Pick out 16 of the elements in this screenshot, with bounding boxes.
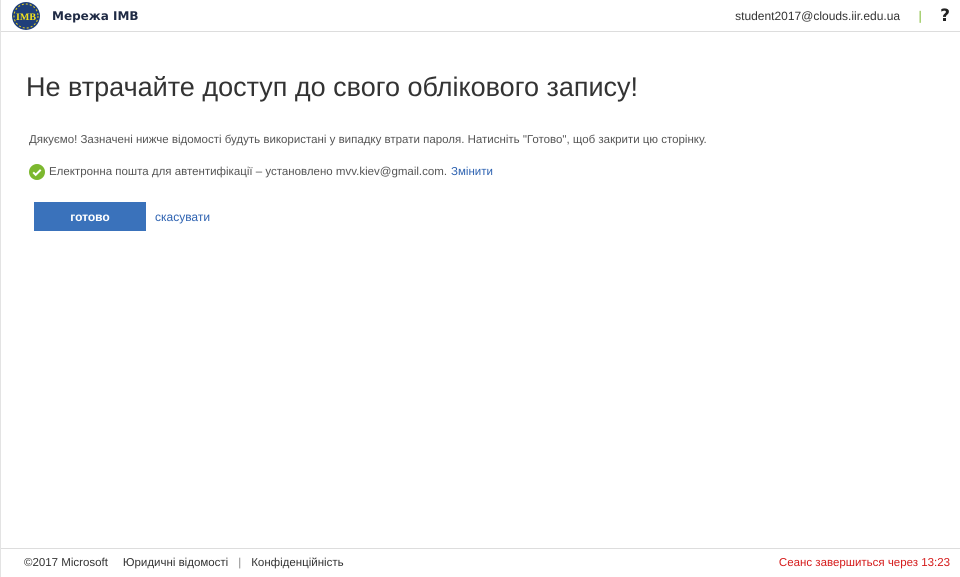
page-heading: Не втрачайте доступ до свого облікового запису! (26, 72, 640, 103)
logo-icon: IMB (11, 0, 41, 30)
session-timer: Сеанс завершиться через 13:23 (778, 557, 950, 569)
separator: | (238, 557, 242, 569)
change-link[interactable]: Змінити (451, 166, 493, 178)
intro-text: Дякуємо! Зазначені нижче відомості будуть використані у випадку втрати пароля. Натисніть "Готово", щоб закрити цю сторінку. (29, 134, 708, 146)
help-link[interactable]: ? (940, 6, 950, 26)
separator: | (918, 8, 922, 22)
cancel-link[interactable]: скасувати (155, 210, 210, 224)
footer-link[interactable]: Конфіденційність (251, 557, 344, 569)
site-title: Мережа IMB (52, 8, 139, 22)
account-email[interactable]: student2017@clouds.iir.edu.ua (735, 8, 900, 22)
status-text: Електронна пошта для автентифікації – установлено mvv.kiev@gmail.com. (49, 166, 448, 178)
copyright: ©2017 Microsoft (24, 557, 108, 569)
footer-link[interactable]: Юридичні відомості (122, 557, 228, 569)
done-button[interactable]: готово (34, 202, 146, 231)
